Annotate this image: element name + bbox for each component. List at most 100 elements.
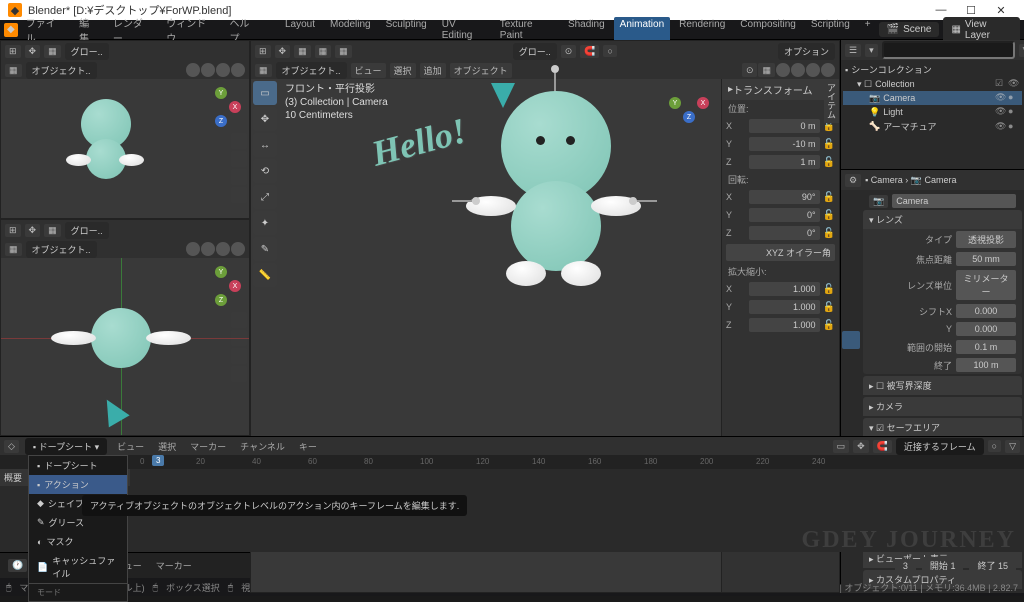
scale-x[interactable]: 1.000	[749, 282, 820, 296]
axis-z[interactable]: Z	[215, 294, 227, 306]
tab-data-camera[interactable]	[842, 331, 860, 349]
tree-collection[interactable]: ▾ ☐ Collection☑👁	[843, 77, 1022, 91]
axis-z[interactable]: Z	[683, 111, 695, 123]
move-tool[interactable]: ↔	[253, 133, 277, 157]
pan-icon[interactable]	[231, 151, 247, 167]
menu-select[interactable]: 選択	[390, 63, 416, 78]
lock-icon[interactable]: 🔓	[823, 320, 835, 331]
app-icon[interactable]: ◆	[4, 23, 18, 37]
nav-gizmo[interactable]: Z Y X	[201, 87, 241, 127]
viewport-bottom-left[interactable]: ⊞ ✥ ▦ グロー.. ▦ オブジェクト.. Y X Z	[0, 219, 250, 436]
lock-icon[interactable]: 🔓	[823, 139, 835, 150]
frame-start[interactable]: 開始 1	[922, 557, 964, 574]
tree-armature[interactable]: 🦴 アーマチュア👁●	[843, 119, 1022, 134]
options-dd[interactable]: オプション	[778, 43, 835, 60]
ds-filter-icon[interactable]: 🧲	[873, 440, 892, 453]
ds-menu-key[interactable]: キー	[295, 440, 321, 453]
close-button[interactable]: ✕	[986, 4, 1016, 17]
editor-icon[interactable]: ▦	[255, 64, 272, 77]
tl-marker[interactable]: マーカー	[152, 559, 196, 572]
disable-icon[interactable]: ●	[1008, 121, 1020, 133]
viewport-top-left[interactable]: ⊞ ✥ ▦ グロー.. ▦ オブジェクト.. Z Y X	[0, 40, 250, 219]
display-mode-icon[interactable]: ▾	[865, 44, 878, 57]
dopesheet-mode-dd[interactable]: ▪ ドープシート ▾	[25, 438, 107, 455]
camera-icon[interactable]	[231, 169, 247, 185]
nav-gizmo[interactable]: Z Y X	[669, 83, 709, 123]
shade-mat-icon[interactable]	[216, 242, 230, 256]
maximize-button[interactable]: ☐	[956, 4, 986, 17]
mode-dd[interactable]: オブジェクト..	[26, 62, 97, 79]
current-frame[interactable]: 3	[895, 559, 916, 573]
tree-light[interactable]: 💡 Light👁●	[843, 105, 1022, 119]
mode-dd[interactable]: オブジェクト..	[276, 62, 347, 79]
tab-animation[interactable]: Animation	[614, 17, 670, 43]
select-icon[interactable]: ▦	[44, 45, 61, 58]
dof-panel-header[interactable]: ▸ ☐ 被写界深度	[863, 376, 1022, 395]
menu-view[interactable]: ビュー	[351, 63, 386, 78]
lock-icon[interactable]: 🔓	[823, 210, 835, 221]
eye-icon[interactable]: 👁	[1008, 78, 1020, 90]
clip-start[interactable]: 0.1 m	[956, 340, 1016, 354]
focal-length[interactable]: 50 mm	[956, 252, 1016, 266]
safe-panel-header[interactable]: ▾ ☑ セーフエリア	[863, 418, 1022, 437]
outliner-search[interactable]	[882, 41, 1015, 59]
axis-x[interactable]: X	[229, 101, 241, 113]
axis-x[interactable]: X	[229, 280, 241, 292]
shade-solid-icon[interactable]	[201, 242, 215, 256]
editor-icon[interactable]: ▦	[5, 64, 22, 77]
camera-data-icon[interactable]: 📷	[869, 195, 888, 208]
tab-add[interactable]: +	[859, 17, 877, 43]
select-icon[interactable]: ▦	[44, 224, 61, 237]
zoom-icon[interactable]	[231, 133, 247, 149]
editor-icon[interactable]: ▦	[5, 243, 22, 256]
cursor-icon[interactable]: ✥	[25, 224, 41, 237]
ds-menu-marker[interactable]: マーカー	[186, 440, 230, 453]
scene-selector[interactable]: 🎬Scene	[879, 22, 940, 37]
shade-solid-icon[interactable]	[201, 63, 215, 77]
lock-icon[interactable]: 🔓	[823, 157, 835, 168]
tab-texturepaint[interactable]: Texture Paint	[494, 17, 559, 43]
lock-icon[interactable]: 🔓	[823, 302, 835, 313]
camera-icon[interactable]	[231, 348, 247, 364]
disable-icon[interactable]: ●	[1008, 106, 1020, 118]
tab-scene[interactable]	[842, 251, 860, 269]
overlay-icon[interactable]: ⊙	[742, 63, 758, 77]
tab-sculpting[interactable]: Sculpting	[380, 17, 433, 43]
scale-tool[interactable]: ⤢	[253, 185, 277, 209]
frame-end[interactable]: 終了 15	[969, 557, 1016, 574]
dd-dopesheet[interactable]: ▪ ドープシート	[29, 456, 127, 475]
ds-menu-view[interactable]: ビュー	[113, 440, 148, 453]
prop-edit-icon[interactable]: ○	[603, 45, 616, 57]
tab-compositing[interactable]: Compositing	[734, 17, 802, 43]
transform-panel-header[interactable]: ▸ トランスフォーム	[722, 79, 839, 100]
mode-dd[interactable]: オブジェクト..	[26, 241, 97, 258]
loc-y[interactable]: -10 m	[749, 137, 820, 151]
tree-camera[interactable]: 📷 Camera👁●	[843, 91, 1022, 105]
loc-z[interactable]: 1 m	[749, 155, 820, 169]
lens-panel-header[interactable]: ▾ レンズ	[863, 210, 1022, 229]
viewlayer-selector[interactable]: ▦View Layer	[943, 17, 1020, 43]
current-frame-marker[interactable]: 3	[152, 455, 164, 466]
tab-scripting[interactable]: Scripting	[805, 17, 856, 43]
rot-mode[interactable]: XYZ オイラー角	[726, 244, 835, 261]
scale-z[interactable]: 1.000	[749, 318, 820, 332]
cursor-tool[interactable]: ✥	[253, 107, 277, 131]
shade-wire-icon[interactable]	[776, 63, 790, 77]
select-tool[interactable]: ▭	[253, 81, 277, 105]
lens-unit[interactable]: ミリメーター	[956, 270, 1016, 300]
tree-scene-collection[interactable]: ▪ シーンコレクション	[843, 62, 1022, 77]
dopesheet-editor-icon[interactable]: ◇	[4, 440, 19, 453]
shade-mat-icon[interactable]	[806, 63, 820, 77]
shift-y[interactable]: 0.000	[956, 322, 1016, 336]
shade-wire-icon[interactable]	[186, 63, 200, 77]
orientation-dd[interactable]: グロー..	[65, 43, 109, 60]
tab-world[interactable]	[842, 271, 860, 289]
lock-icon[interactable]: 🔓	[823, 192, 835, 203]
rot-z[interactable]: 0°	[749, 226, 820, 240]
orientation-dd[interactable]: グロー..	[513, 43, 557, 60]
minimize-button[interactable]: —	[926, 4, 956, 16]
eye-icon[interactable]: 👁	[995, 121, 1007, 133]
select-icon[interactable]: ▦	[294, 45, 311, 58]
ds-select-icon[interactable]: ▭	[833, 440, 850, 453]
shade-render-icon[interactable]	[231, 242, 245, 256]
